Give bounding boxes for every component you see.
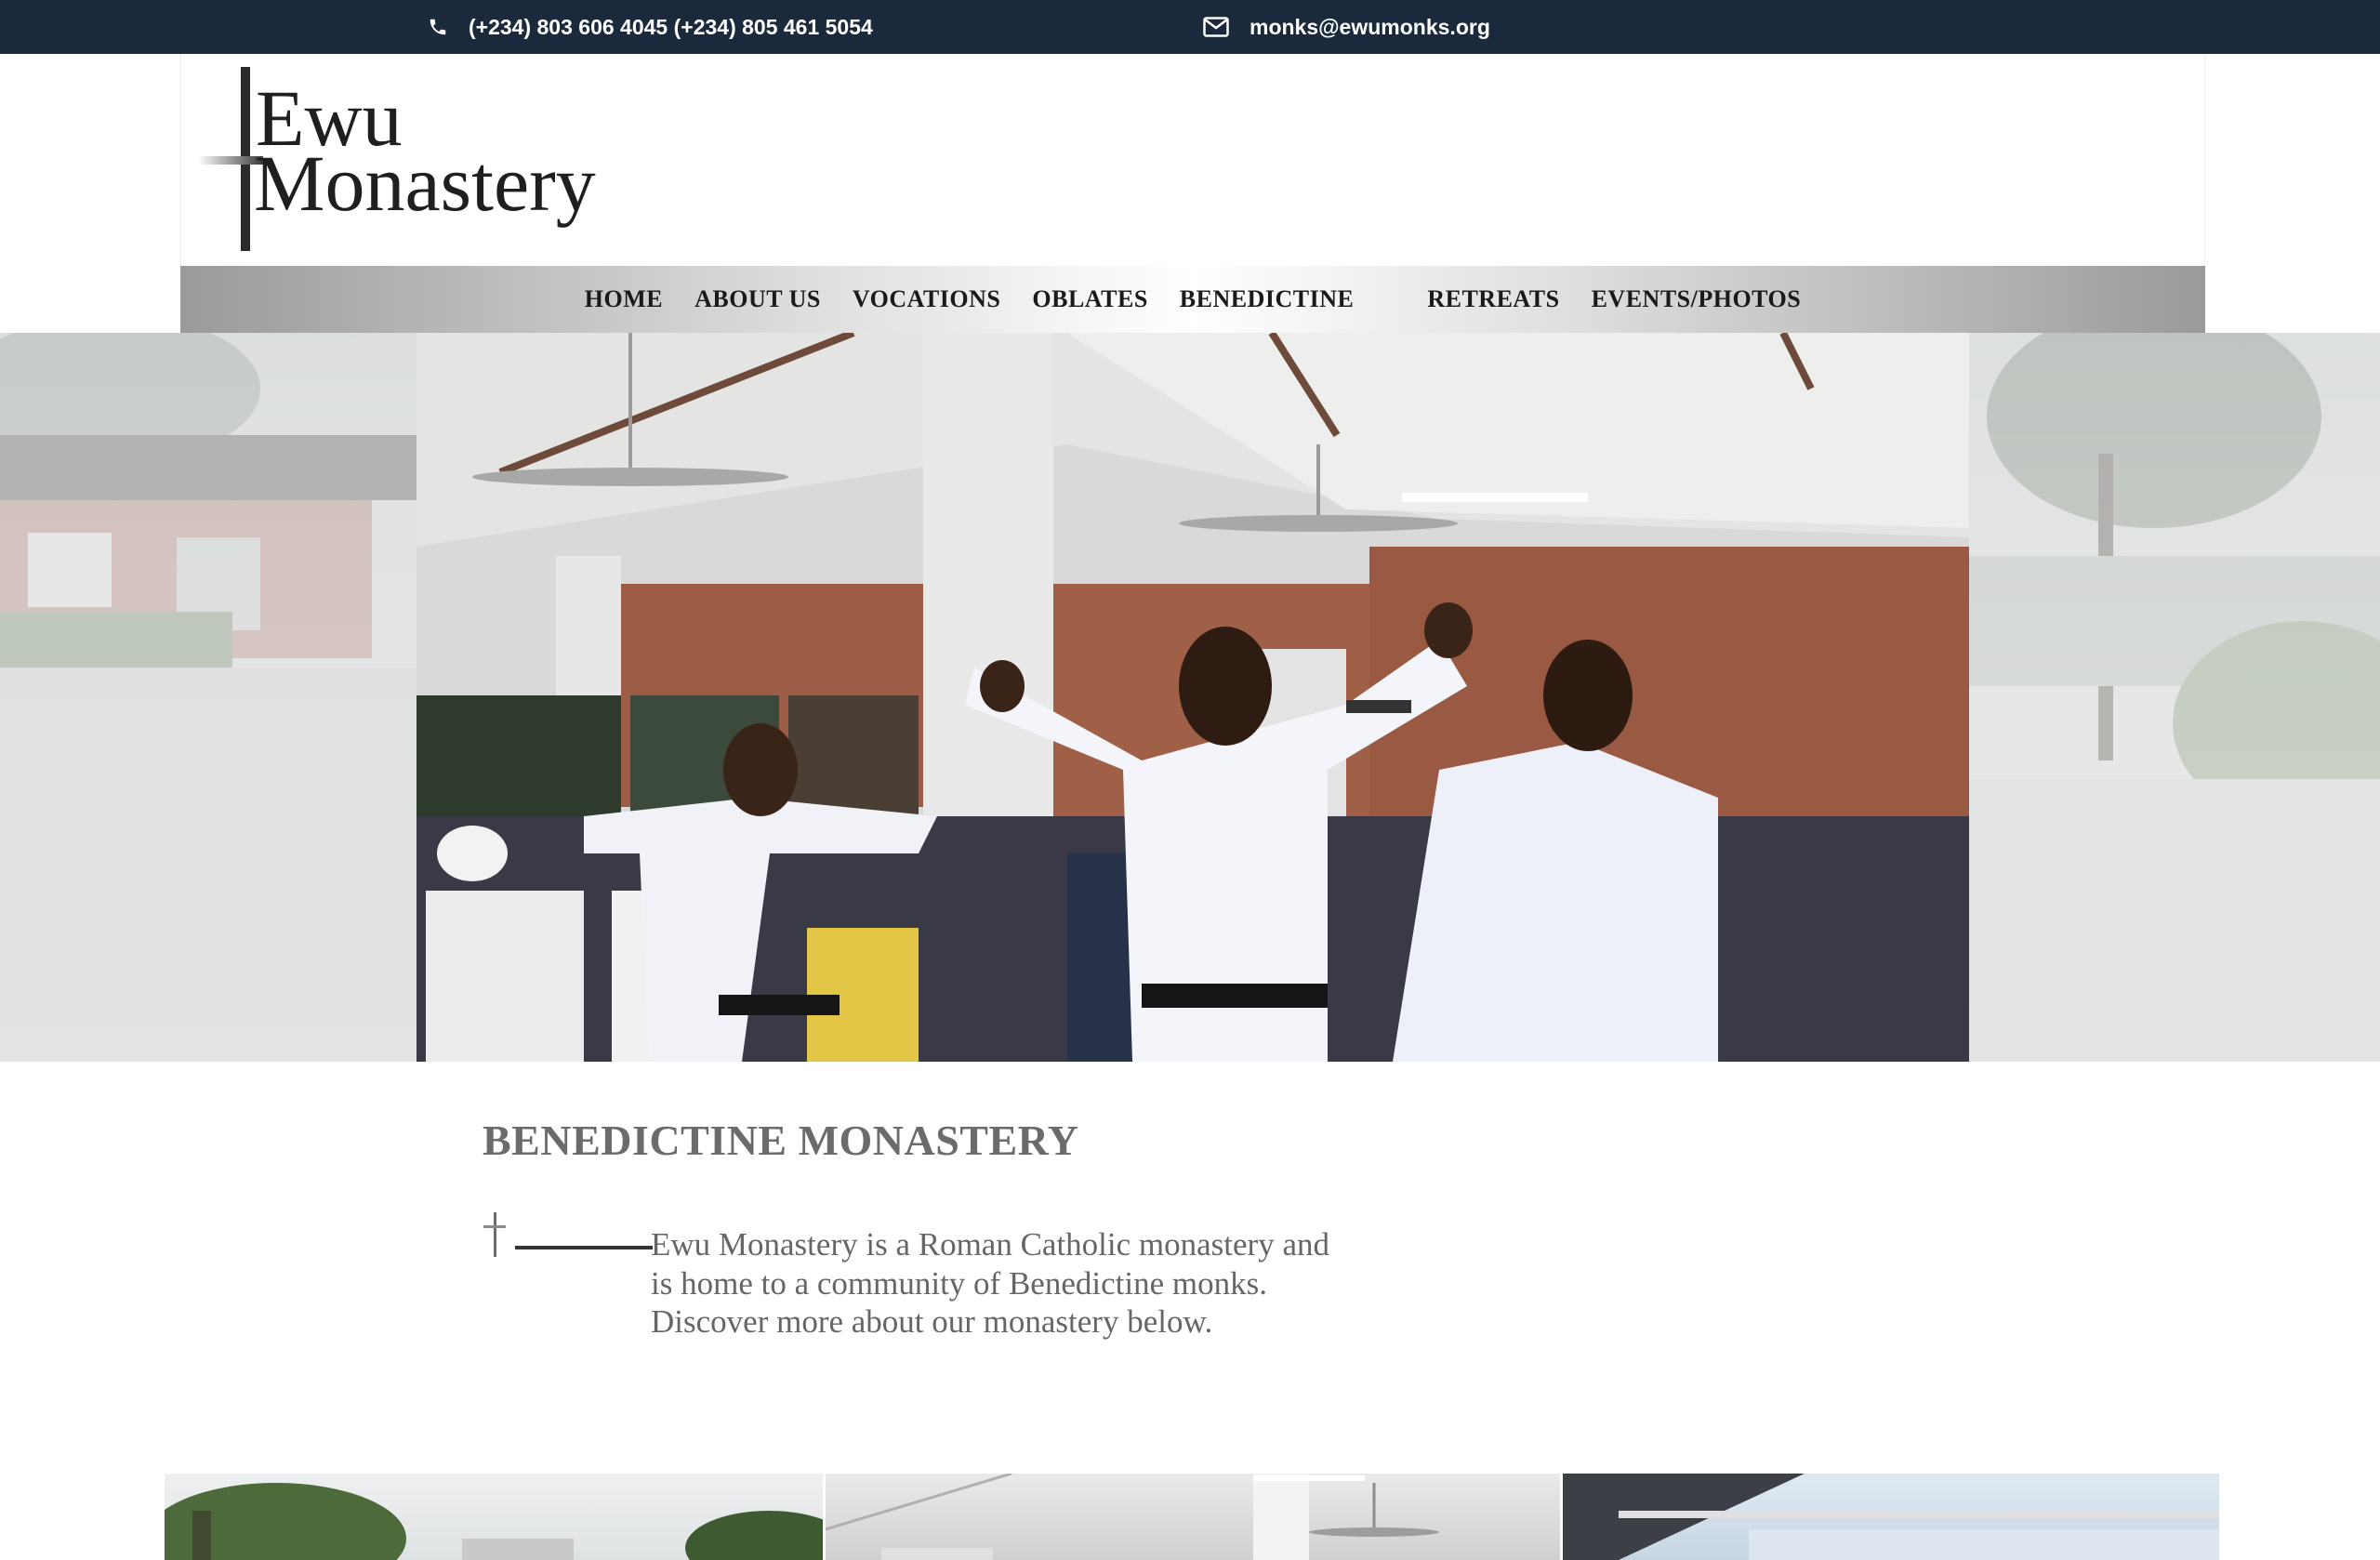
divider-cross-icon <box>494 1212 496 1257</box>
gallery-tile-3[interactable] <box>1563 1474 2219 1560</box>
nav-retreats[interactable]: RETREATS <box>1427 285 1559 313</box>
site-header: Ewu Monastery <box>180 54 2205 266</box>
nav-oblates[interactable]: OBLATES <box>1032 285 1147 313</box>
gallery-photo-2 <box>826 1474 1439 1560</box>
hero-banner <box>0 333 2380 1062</box>
phone-icon <box>428 17 448 37</box>
hero-background-left <box>0 333 416 1062</box>
intro-paragraph: Ewu Monastery is a Roman Catholic monast… <box>651 1226 1329 1340</box>
phone-contact[interactable]: (+234) 803 606 4045 (+234) 805 461 5054 <box>428 0 873 54</box>
divider-cross-bar <box>483 1225 506 1228</box>
nav-vocations[interactable]: VOCATIONS <box>853 285 1001 313</box>
hero-photo-monks <box>416 333 1969 1062</box>
email-contact[interactable]: monks@ewumonks.org <box>1203 0 1490 54</box>
main-navigation: HOME ABOUT US VOCATIONS OBLATES BENEDICT… <box>180 266 2205 333</box>
hero-background-right <box>1968 333 2380 1062</box>
nav-about-us[interactable]: ABOUT US <box>694 285 821 313</box>
gallery-tile-2[interactable] <box>826 1474 1560 1560</box>
gallery-tile-1[interactable] <box>165 1474 823 1560</box>
top-contact-bar: (+234) 803 606 4045 (+234) 805 461 5054 … <box>0 0 2380 54</box>
nav-benedictine[interactable]: BENEDICTINE <box>1180 285 1355 313</box>
logo-text-line2: Monastery <box>254 139 596 228</box>
phone-numbers: (+234) 803 606 4045 (+234) 805 461 5054 <box>469 14 873 39</box>
nav-events-photos[interactable]: EVENTS/PHOTOS <box>1592 285 1802 313</box>
gallery-photo-1 <box>165 1483 823 1560</box>
mail-icon <box>1203 17 1229 37</box>
photo-gallery <box>165 1474 2219 1560</box>
divider-line <box>515 1246 653 1249</box>
section-title: BENEDICTINE MONASTERY <box>483 1117 1079 1164</box>
cross-divider <box>482 1212 653 1259</box>
site-logo[interactable]: Ewu Monastery <box>198 67 644 253</box>
nav-home[interactable]: HOME <box>585 285 663 313</box>
email-address: monks@ewumonks.org <box>1250 14 1490 39</box>
gallery-photo-3 <box>1563 1474 2219 1560</box>
